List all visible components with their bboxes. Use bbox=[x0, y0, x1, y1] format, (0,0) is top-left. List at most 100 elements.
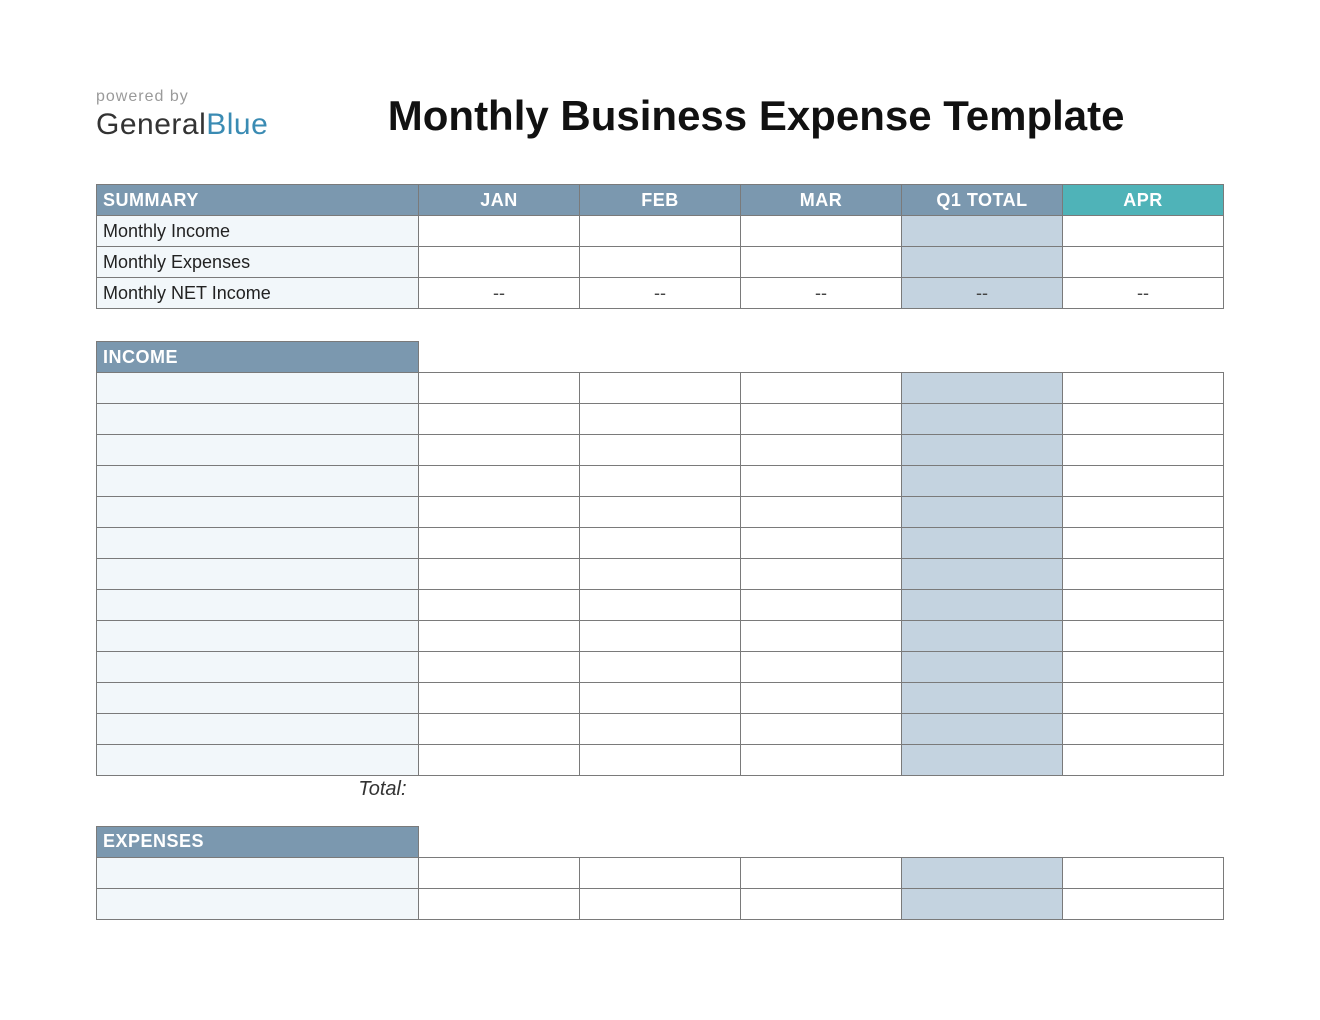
row-label: Monthly Income bbox=[97, 216, 419, 247]
cell bbox=[580, 247, 741, 278]
cell-q1 bbox=[902, 888, 1063, 919]
summary-row: Monthly Expenses bbox=[97, 247, 1224, 278]
expenses-table: EXPENSES bbox=[96, 826, 1224, 920]
cell bbox=[741, 497, 902, 528]
cell bbox=[580, 435, 741, 466]
cell bbox=[580, 683, 741, 714]
col-header-jan: JAN bbox=[419, 185, 580, 216]
income-row bbox=[97, 714, 1224, 745]
cell bbox=[1063, 216, 1224, 247]
cell bbox=[741, 888, 902, 919]
row-label bbox=[97, 683, 419, 714]
cell bbox=[419, 435, 580, 466]
income-row bbox=[97, 621, 1224, 652]
income-row bbox=[97, 528, 1224, 559]
brand-block: powered by GeneralBlue bbox=[96, 78, 268, 142]
cell bbox=[1063, 857, 1224, 888]
header: powered by GeneralBlue Monthly Business … bbox=[96, 78, 1224, 142]
row-label bbox=[97, 559, 419, 590]
cell bbox=[580, 621, 741, 652]
cell-q1 bbox=[902, 590, 1063, 621]
cell bbox=[419, 528, 580, 559]
cell bbox=[741, 683, 902, 714]
row-label bbox=[97, 714, 419, 745]
cell bbox=[1063, 745, 1224, 776]
col-header-apr: APR bbox=[1063, 185, 1224, 216]
cell bbox=[741, 404, 902, 435]
cell bbox=[580, 528, 741, 559]
cell: -- bbox=[580, 278, 741, 309]
cell bbox=[419, 466, 580, 497]
col-header-q1: Q1 TOTAL bbox=[902, 185, 1063, 216]
row-label bbox=[97, 404, 419, 435]
cell bbox=[741, 435, 902, 466]
cell bbox=[741, 216, 902, 247]
income-table: INCOME Total: bbox=[96, 341, 1224, 804]
cell bbox=[419, 373, 580, 404]
income-header-row: INCOME bbox=[97, 342, 1224, 373]
cell: -- bbox=[419, 278, 580, 309]
cell: -- bbox=[741, 278, 902, 309]
cell bbox=[741, 590, 902, 621]
expenses-header-row: EXPENSES bbox=[97, 826, 1224, 857]
cell-q1 bbox=[902, 247, 1063, 278]
cell bbox=[1063, 683, 1224, 714]
cell-q1: -- bbox=[902, 278, 1063, 309]
cell bbox=[419, 497, 580, 528]
cell bbox=[419, 559, 580, 590]
income-total-label: Total: bbox=[97, 776, 419, 804]
cell bbox=[419, 888, 580, 919]
cell bbox=[741, 857, 902, 888]
cell bbox=[741, 745, 902, 776]
row-label: Monthly Expenses bbox=[97, 247, 419, 278]
cell bbox=[741, 373, 902, 404]
expenses-row bbox=[97, 888, 1224, 919]
cell bbox=[1063, 888, 1224, 919]
income-row bbox=[97, 497, 1224, 528]
cell bbox=[1063, 466, 1224, 497]
cell bbox=[1063, 590, 1224, 621]
cell bbox=[741, 559, 902, 590]
cell-q1 bbox=[902, 373, 1063, 404]
income-row bbox=[97, 590, 1224, 621]
cell-q1 bbox=[902, 435, 1063, 466]
summary-row: Monthly NET Income -- -- -- -- -- bbox=[97, 278, 1224, 309]
cell bbox=[580, 590, 741, 621]
brand-powered: powered by bbox=[96, 88, 268, 106]
cell bbox=[741, 652, 902, 683]
cell-q1 bbox=[902, 466, 1063, 497]
blank bbox=[419, 826, 1224, 857]
brand-name-2: Blue bbox=[206, 108, 268, 141]
brand-name-1: General bbox=[96, 108, 206, 141]
cell bbox=[1063, 435, 1224, 466]
income-row bbox=[97, 683, 1224, 714]
cell bbox=[419, 590, 580, 621]
cell bbox=[580, 466, 741, 497]
page-title: Monthly Business Expense Template bbox=[268, 78, 1224, 140]
income-row bbox=[97, 559, 1224, 590]
expenses-header: EXPENSES bbox=[97, 826, 419, 857]
row-label bbox=[97, 621, 419, 652]
cell-q1 bbox=[902, 216, 1063, 247]
income-row bbox=[97, 404, 1224, 435]
row-label bbox=[97, 652, 419, 683]
brand-logo: GeneralBlue bbox=[96, 108, 268, 142]
cell bbox=[580, 857, 741, 888]
col-header-mar: MAR bbox=[741, 185, 902, 216]
col-header-summary: SUMMARY bbox=[97, 185, 419, 216]
cell bbox=[580, 714, 741, 745]
cell bbox=[580, 497, 741, 528]
cell bbox=[741, 247, 902, 278]
income-row bbox=[97, 652, 1224, 683]
cell-q1 bbox=[902, 497, 1063, 528]
income-row bbox=[97, 466, 1224, 497]
cell-q1 bbox=[902, 683, 1063, 714]
cell bbox=[1063, 497, 1224, 528]
cell-q1 bbox=[902, 745, 1063, 776]
cell bbox=[580, 404, 741, 435]
cell bbox=[741, 621, 902, 652]
cell-q1 bbox=[902, 652, 1063, 683]
cell-q1 bbox=[902, 528, 1063, 559]
cell bbox=[741, 714, 902, 745]
cell bbox=[580, 745, 741, 776]
